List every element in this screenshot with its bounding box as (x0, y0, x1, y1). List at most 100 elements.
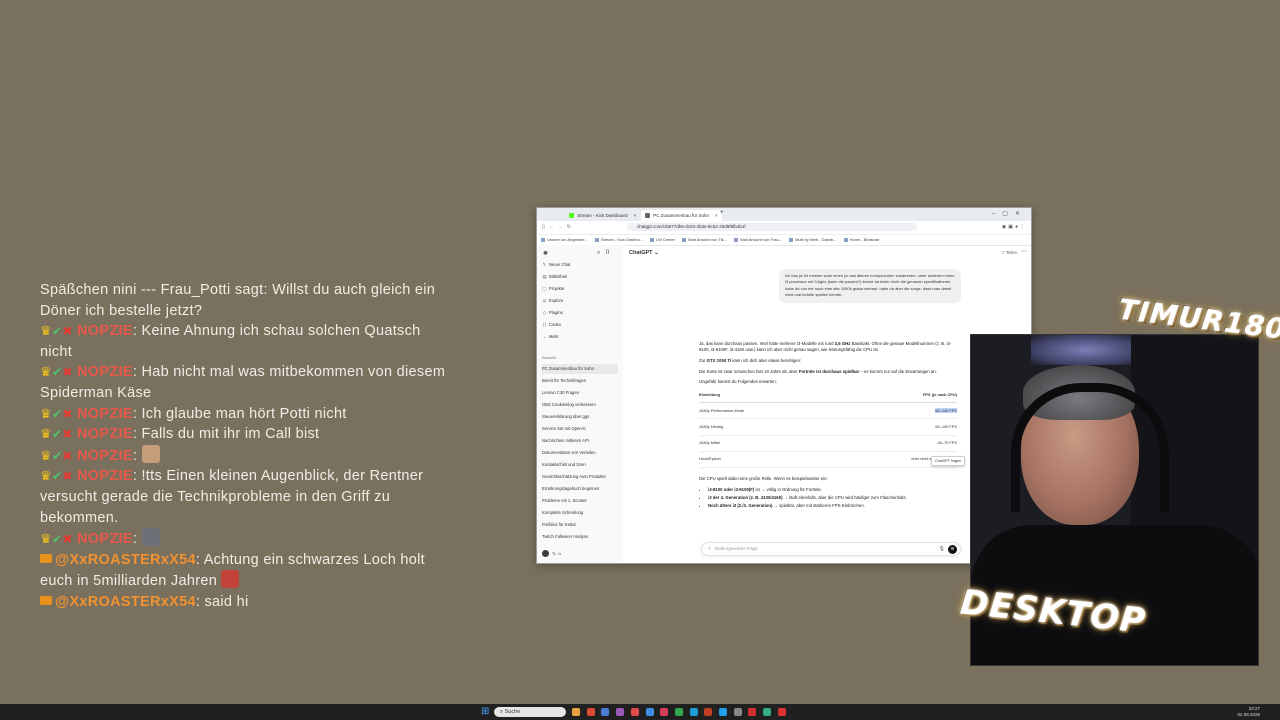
chat-message: ♛✔✖ NOPZIE: Ich glaube man hört Potti ni… (40, 404, 450, 425)
clock[interactable]: 22:27 02.08.2025 (1237, 706, 1260, 718)
sidebar-item-plugins[interactable]: ◇ Plugins (542, 308, 618, 318)
history-item[interactable]: Bereit für Technikfragen (542, 376, 618, 386)
chat-username[interactable]: @XxROASTERxX54 (55, 594, 196, 610)
maximize-icon[interactable]: ▢ (1002, 211, 1015, 217)
taskbar-app-icon[interactable] (630, 708, 639, 716)
history-item[interactable]: Gewichtsschätzung Auto Produkte (542, 472, 618, 482)
new-tab-button[interactable]: + (720, 210, 724, 216)
bookmark-item[interactable]: Home - Birdsvae (844, 237, 880, 242)
chat-username[interactable]: NOPZIE (77, 406, 133, 422)
crown-badge-icon: ♛ (40, 323, 52, 339)
reply-paragraph: Die Karte ist zwar inzwischen fast 10 Ja… (699, 368, 937, 374)
taskbar-app-icon[interactable] (616, 708, 625, 716)
tab-close-icon[interactable]: × (715, 213, 718, 218)
windows-start-icon[interactable]: ⊞ (481, 707, 491, 717)
bookmark-item[interactable]: Unsere Ian Angebote... (541, 237, 588, 242)
collapse-sidebar-icon[interactable]: ▯ (605, 250, 615, 256)
history-item[interactable]: OBS Cookieinlog verbessern (542, 400, 618, 410)
plus-icon[interactable]: + (708, 546, 710, 551)
sidebar-toggle-icon[interactable]: ▯ (542, 224, 549, 230)
history-item[interactable]: Freiblick für Kettal (542, 520, 618, 530)
taskbar-app-icon[interactable] (645, 708, 654, 716)
menu-icon[interactable]: ⋮ (1020, 224, 1027, 230)
sidebar-item-projekte[interactable]: ▢ Projekte (542, 284, 618, 294)
history-item[interactable]: Dokumentation von Verteilen (542, 448, 618, 458)
history-item[interactable]: Kontaktschild und Szen (542, 460, 618, 470)
chat-username[interactable]: NOPZIE (77, 531, 133, 547)
chat-username[interactable]: NOPZIE (77, 468, 133, 484)
extension-icon[interactable]: ▣ (1008, 224, 1015, 230)
bookmark-item[interactable]: Stream - Kick Dashbo... (595, 237, 643, 242)
history-item[interactable]: Komplette Schreibung (542, 508, 618, 518)
minimize-icon[interactable]: – (992, 211, 1002, 217)
tab-close-icon[interactable]: × (634, 213, 637, 218)
back-icon[interactable]: ← (549, 224, 558, 230)
bookmark-item[interactable]: LW Center (650, 237, 675, 242)
bookmark-item[interactable]: Wait Ansicht von Frau... (734, 237, 782, 242)
tab-label: Stream - Kick Dashboard (577, 213, 628, 218)
taskbar-search[interactable]: ⌕ Suche (494, 707, 566, 717)
reload-icon[interactable]: ↻ (567, 224, 575, 230)
history-item[interactable]: Steuererklärung über ggs (542, 412, 618, 422)
chat-username[interactable]: NOPZIE (77, 448, 133, 464)
microphone-icon[interactable]: 🎙 (939, 543, 945, 555)
history-item[interactable]: Ernährungstagebuch beginnen (542, 484, 618, 494)
url-text: chatgpt.com/c/6877db5-dc04-4b3e-8c52-33d… (637, 224, 746, 229)
chat-username[interactable]: NOPZIE (77, 426, 133, 442)
sidebar-item-bibliothek[interactable]: ▤ Bibliothek (542, 272, 618, 282)
ask-chatgpt-tooltip[interactable]: ChatGPT fragen (931, 456, 966, 467)
chat-text: : said hi (195, 593, 249, 610)
taskbar-app-icon[interactable] (689, 708, 698, 716)
table-row: Hoch/Epischeher nicht empfehlenswert (699, 451, 957, 469)
share-button[interactable]: ⇪ Teilen (1001, 250, 1017, 256)
model-selector[interactable]: ChatGPT ⌄ (629, 250, 659, 256)
history-item[interactable]: Lenovo C30 Fragen (542, 388, 618, 398)
taskbar-app-icon[interactable] (660, 708, 669, 716)
chat-text: : (132, 447, 138, 464)
taskbar-app-icon[interactable] (674, 708, 683, 716)
taskbar-app-icon[interactable] (719, 708, 727, 716)
taskbar-app-icon[interactable] (763, 708, 772, 716)
sidebar-item-mehr[interactable]: ⌄ Mehr (542, 332, 618, 342)
more-options-icon[interactable]: ⋯ (1021, 249, 1027, 255)
message-composer[interactable]: + Stelle irgendeine Frage 🎙 ≋ (701, 542, 961, 556)
history-item[interactable]: Nachrichten mitlesen API (542, 436, 618, 446)
chat-username[interactable]: @XxROASTERxX54 (55, 552, 196, 568)
chat-username[interactable]: NOPZIE (77, 323, 133, 339)
sidebar-item-neuer-chat[interactable]: ✎ Neuer Chat (542, 260, 618, 270)
reply-paragraph: Ja, das kann durchaus passen. Intel hatt… (699, 341, 952, 353)
bookmark-item[interactable]: Multi by Web - Dashb... (789, 237, 837, 242)
table-cell: 60–100 FPS (827, 418, 957, 436)
url-field[interactable]: chatgpt.com/c/6877db5-dc04-4b3e-8c52-33d… (627, 223, 917, 231)
kick-badge-icon: ✖ (62, 448, 73, 463)
tab-kick-dashboard[interactable]: Stream - Kick Dashboard × (565, 210, 640, 221)
forward-icon[interactable]: → (558, 224, 567, 230)
browser-window: Stream - Kick Dashboard × PC Zusammenbau … (536, 207, 1032, 564)
history-section-label: Aktuelle (542, 355, 557, 360)
kick-badge-icon: ✖ (62, 469, 73, 484)
chatgpt-logo-icon[interactable]: ✺ (543, 251, 548, 257)
emote-face-icon (141, 444, 160, 463)
taskbar-app-icon[interactable] (572, 708, 580, 716)
history-item[interactable]: Twitch Fallwerer Analyse (542, 532, 618, 542)
history-item[interactable]: PC Zusammenbau für Sohn (542, 364, 618, 374)
bookmark-item[interactable]: Wait Ansicht von Tik... (682, 237, 727, 242)
share-icon: ⇪ (1001, 250, 1005, 255)
nav-buttons: ▯←→↻ (542, 224, 575, 230)
taskbar-app-icon[interactable] (777, 708, 786, 716)
taskbar-app-icon[interactable] (704, 708, 713, 716)
taskbar-app-icon[interactable] (733, 708, 742, 716)
sidebar-item-codex[interactable]: ⟨⟩ Codex (542, 320, 618, 330)
taskbar-app-icon[interactable] (586, 708, 595, 716)
user-profile[interactable]: Ti...h (542, 550, 561, 557)
voice-mode-button[interactable]: ≋ (948, 544, 957, 554)
history-item[interactable]: Service Set mit OpenAI (542, 424, 618, 434)
sidebar-item-explore[interactable]: ◎ Explore (542, 296, 618, 306)
chat-username[interactable]: NOPZIE (77, 364, 133, 380)
taskbar-app-icon[interactable] (748, 708, 757, 716)
history-item[interactable]: Probleme mit 1. Scooter (542, 496, 618, 506)
taskbar-app-icon[interactable] (601, 708, 610, 716)
close-window-icon[interactable]: ✕ (1015, 211, 1027, 217)
chat-message: @XxROASTERxX54: Achtung ein schwarzes Lo… (40, 550, 450, 592)
tab-chatgpt[interactable]: PC Zusammenbau für Sohn × (641, 210, 722, 221)
